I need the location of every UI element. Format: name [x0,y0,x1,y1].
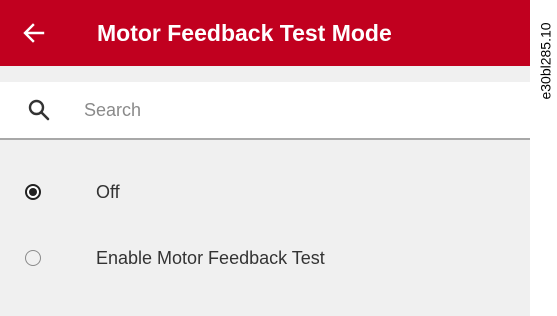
option-label: Off [96,182,120,202]
option-off[interactable]: Off [0,166,530,222]
search-input[interactable] [84,94,504,126]
option-enable-motor-feedback-test[interactable]: Enable Motor Feedback Test [0,232,530,288]
back-button[interactable] [16,17,52,49]
figure-id: e30bl285.10 [537,6,555,116]
search-bar [0,82,530,140]
radio-button-selected[interactable] [25,184,41,200]
option-label: Enable Motor Feedback Test [96,248,325,268]
app-header: Motor Feedback Test Mode [0,0,530,66]
settings-panel: Motor Feedback Test Mode Off Enable Moto… [0,0,530,316]
page-title: Motor Feedback Test Mode [97,20,392,46]
radio-button-unselected[interactable] [25,250,41,266]
arrow-left-icon [23,23,45,43]
figure-id-text: e30bl285.10 [538,22,555,100]
search-icon[interactable] [26,97,52,123]
